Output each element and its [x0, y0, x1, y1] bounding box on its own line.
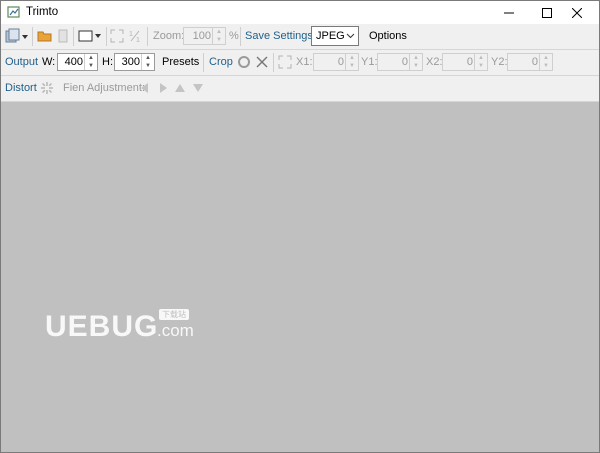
nudge-right-button[interactable]	[157, 82, 169, 94]
window-title: Trimto	[26, 6, 59, 18]
height-spinbox[interactable]: 300 ▲ ▼	[114, 53, 155, 71]
arrow-up-icon	[175, 84, 185, 92]
x2-spin-arrows[interactable]: ▲ ▼	[474, 54, 487, 70]
import-images-icon	[5, 28, 28, 43]
separator	[73, 27, 74, 46]
zoom-unit: %	[229, 30, 239, 42]
nudge-up-button[interactable]	[174, 82, 186, 94]
nudge-down-button[interactable]	[192, 82, 204, 94]
x1-spin-arrows[interactable]: ▲ ▼	[345, 54, 358, 70]
crop-select-button[interactable]	[237, 55, 251, 69]
document-icon	[58, 29, 68, 43]
y2-spinbox[interactable]: 0 ▲ ▼	[507, 53, 553, 71]
width-spinbox[interactable]: 400 ▲ ▼	[57, 53, 98, 71]
watermark-logo: UEBUG	[45, 310, 159, 343]
x-icon	[256, 56, 268, 68]
actual-size-button[interactable]: 1 1	[128, 28, 142, 44]
title-bar: Trimto	[1, 1, 599, 24]
y2-label: Y2:	[491, 56, 508, 68]
chevron-down-icon	[346, 33, 355, 39]
crop-fit-button[interactable]	[278, 55, 292, 69]
svg-text:1: 1	[129, 31, 133, 38]
y1-value: 0	[401, 56, 408, 68]
frame-icon	[78, 30, 101, 42]
zoom-spinbox[interactable]: 100 ▲ ▼	[183, 27, 226, 45]
crop-clear-button[interactable]	[255, 55, 269, 69]
frame-dropdown-button[interactable]	[78, 29, 102, 43]
x1-label: X1:	[296, 56, 313, 68]
x1-value: 0	[337, 56, 344, 68]
expand-icon	[110, 29, 124, 43]
arrow-right-icon	[160, 83, 167, 93]
minimize-icon	[504, 12, 514, 13]
svg-text:1: 1	[136, 37, 140, 44]
expand-icon	[278, 55, 292, 69]
separator	[32, 27, 33, 46]
width-value: 400	[64, 56, 83, 68]
fit-button[interactable]	[110, 29, 124, 43]
close-button[interactable]	[555, 1, 599, 24]
x2-spinbox[interactable]: 0 ▲ ▼	[442, 53, 488, 71]
y2-spin-arrows[interactable]: ▲ ▼	[539, 54, 552, 70]
zoom-label: Zoom:	[153, 30, 185, 42]
x1-spinbox[interactable]: 0 ▲ ▼	[313, 53, 359, 71]
options-button[interactable]: Options	[369, 30, 407, 42]
separator	[147, 27, 148, 46]
ratio-icon: 1 1	[129, 30, 140, 44]
maximize-icon	[542, 7, 552, 18]
separator	[203, 53, 204, 72]
main-toolbar: 1 1 Zoom: 100 ▲ ▼ % Save Settings JPEG Op…	[1, 24, 599, 50]
crop-label: Crop	[209, 56, 233, 68]
separator	[273, 53, 274, 72]
y1-label: Y1:	[361, 56, 378, 68]
format-select[interactable]: JPEG	[311, 26, 359, 46]
app-icon	[7, 6, 20, 18]
fine-adjustment-label: Fien Adjustment:	[63, 82, 145, 94]
width-label: W:	[42, 56, 56, 68]
distort-toggle-button[interactable]	[40, 81, 54, 95]
output-crop-toolbar: Output W: 400 ▲ ▼ H: 300 ▲ ▼ Presets Crop	[1, 50, 599, 76]
image-canvas[interactable]: UEBUG 下载站 .com	[1, 102, 599, 452]
separator	[240, 27, 241, 46]
open-folder-button[interactable]	[37, 29, 53, 43]
app-window: Trimto 1 1 Zoom: 100 ▲ ▼ % Save Settings…	[0, 0, 600, 453]
import-dropdown-button[interactable]	[5, 28, 29, 45]
width-spin-arrows[interactable]: ▲ ▼	[84, 54, 97, 70]
watermark-badge: 下载站	[159, 309, 189, 320]
y1-spin-arrows[interactable]: ▲ ▼	[409, 54, 422, 70]
close-icon	[572, 7, 582, 18]
clear-button[interactable]	[57, 29, 69, 43]
height-value: 300	[121, 56, 140, 68]
y1-spinbox[interactable]: 0 ▲ ▼	[377, 53, 423, 71]
output-label: Output	[5, 56, 39, 68]
save-settings-link[interactable]: Save Settings	[245, 30, 313, 42]
x2-label: X2:	[426, 56, 443, 68]
distort-label: Distort	[5, 82, 37, 94]
watermark-suffix: .com	[157, 321, 194, 340]
y2-value: 0	[531, 56, 538, 68]
arrow-left-icon	[141, 83, 148, 93]
open-folder-icon	[37, 31, 52, 42]
zoom-spin-arrows[interactable]: ▲ ▼	[212, 28, 225, 44]
presets-button[interactable]: Presets	[162, 56, 199, 68]
circle-icon	[238, 56, 250, 68]
height-label: H:	[102, 56, 113, 68]
zoom-value: 100	[192, 30, 211, 42]
height-spin-arrows[interactable]: ▲ ▼	[141, 54, 154, 70]
separator	[106, 27, 107, 46]
sparkle-icon	[41, 82, 53, 94]
x2-value: 0	[466, 56, 473, 68]
nudge-left-button[interactable]	[139, 82, 151, 94]
arrow-down-icon	[193, 84, 203, 92]
distort-toolbar: Distort Fien Adjustment:	[1, 76, 599, 102]
format-value: JPEG	[316, 30, 345, 42]
